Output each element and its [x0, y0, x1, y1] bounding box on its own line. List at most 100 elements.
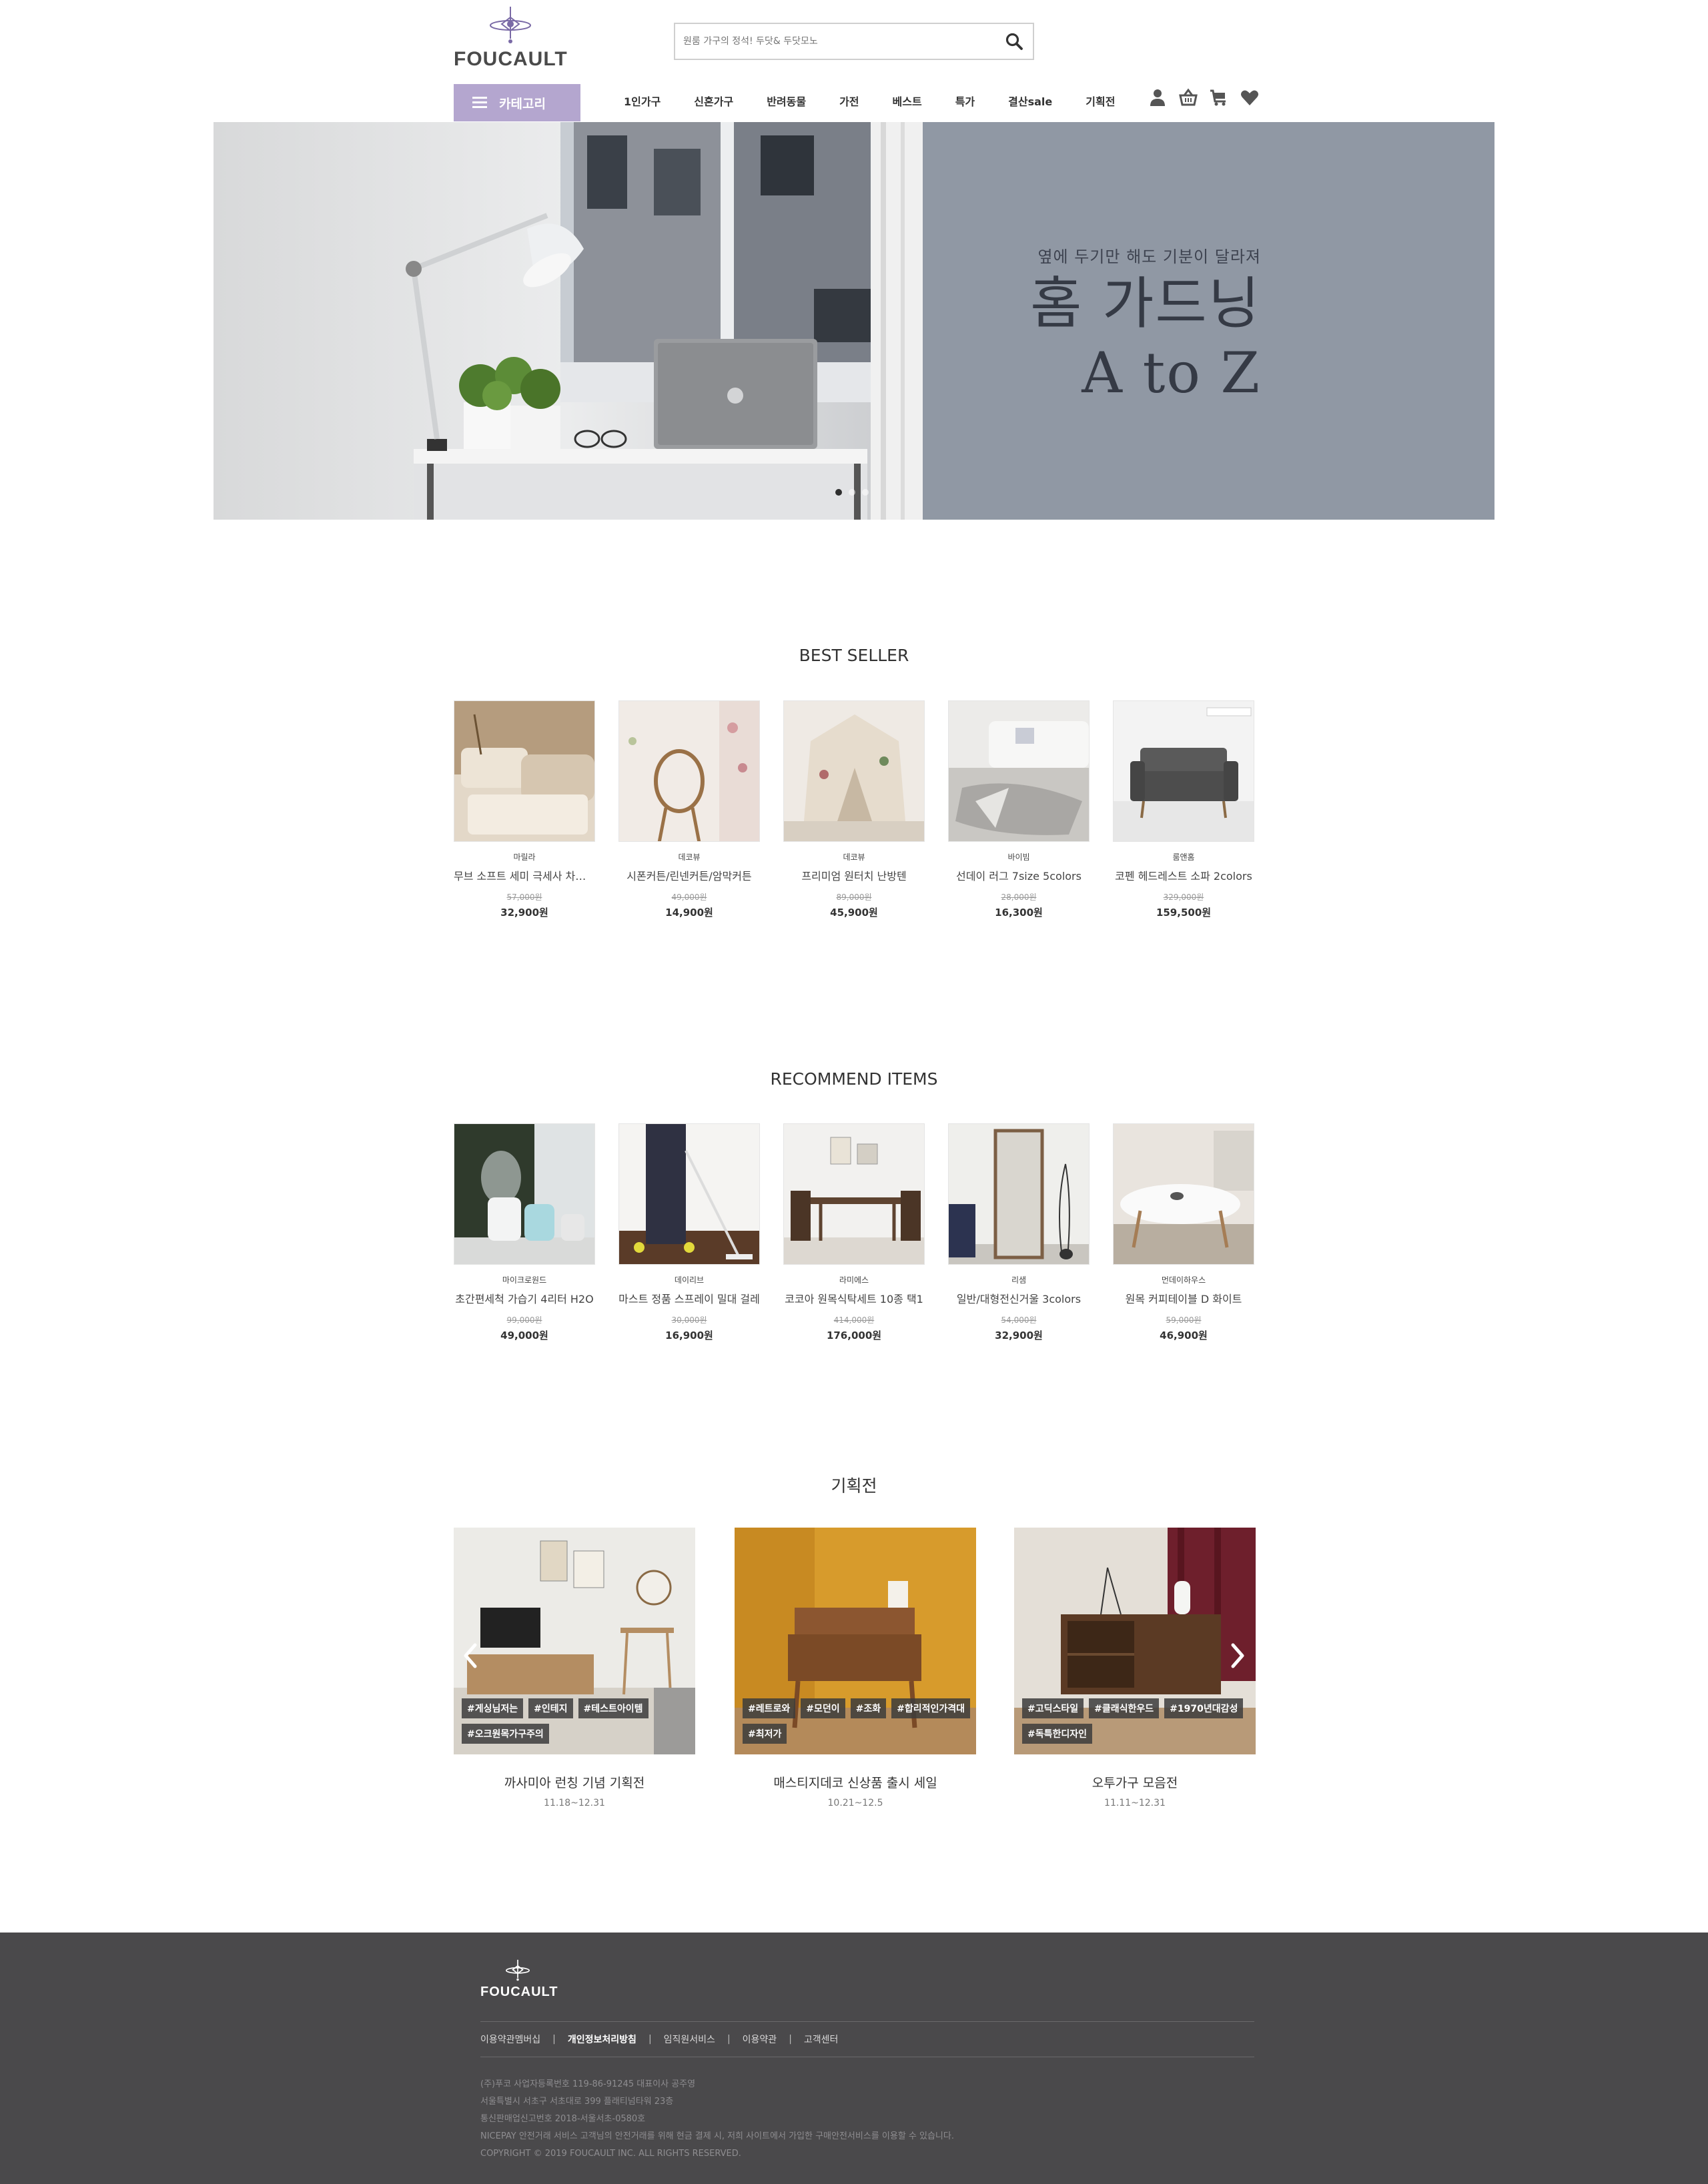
product-name[interactable]: 선데이 러그 7size 5colors	[948, 867, 1090, 883]
planned-card-title[interactable]: 매스티지데코 신상품 출시 세일	[735, 1773, 976, 1791]
planned-image[interactable]: #고딕스타일 #클래식한우드 #1970년대감성 #독특한디자인	[1014, 1528, 1256, 1754]
product-brand: 마이크로원드	[502, 1275, 547, 1285]
planned-card-title[interactable]: 오투가구 모음전	[1014, 1773, 1256, 1791]
footer-links: 이용약관멤버십 | 개인정보처리방침 | 임직원서비스 | 이용약관 | 고객센…	[480, 2033, 839, 2046]
product-original-price: 30,000원	[671, 1315, 707, 1325]
product-card[interactable]: 마이크로원드 초간편세척 가습기 4리터 H2O 99,000원 49,000원	[454, 1123, 595, 1342]
chevron-right-icon[interactable]	[1228, 1642, 1248, 1669]
hashtag[interactable]: #클래식한우드	[1089, 1698, 1160, 1718]
product-brand: 리샘	[1011, 1275, 1027, 1285]
hero-dot-3[interactable]	[862, 489, 869, 496]
hashtag[interactable]: #게싱님저는	[462, 1698, 524, 1718]
planned-tags: #레트로와 #모던이 #조화 #합리적인가격대 #최저가	[743, 1698, 971, 1744]
footer-divider	[480, 2021, 1254, 2022]
product-image[interactable]	[618, 1123, 760, 1265]
planned-card-date: 10.21~12.5	[827, 1798, 883, 1808]
nav-item-single[interactable]: 1인가구	[624, 93, 661, 109]
product-card[interactable]: 데코뷰 시폰커튼/린넨커튼/암막커튼 49,000원 14,900원	[618, 700, 760, 919]
product-image[interactable]	[1113, 700, 1254, 842]
hashtag[interactable]: #오크원목가구주의	[462, 1724, 549, 1744]
cart-icon[interactable]	[1209, 87, 1229, 107]
hero-banner[interactable]: 옆에 두기만 해도 기분이 달라져 홈 가드닝 A to Z	[214, 122, 1494, 520]
planned-image[interactable]: #레트로와 #모던이 #조화 #합리적인가격대 #최저가	[735, 1528, 976, 1754]
product-name[interactable]: 코펜 헤드레스트 소파 2colors	[1113, 867, 1254, 883]
product-name[interactable]: 프리미엄 원터치 난방텐	[783, 867, 925, 883]
product-name[interactable]: 시폰커튼/린넨커튼/암막커튼	[618, 867, 760, 883]
product-name[interactable]: 원목 커피테이블 D 화이트	[1113, 1290, 1254, 1306]
nav-item-newlywed[interactable]: 신혼가구	[694, 93, 733, 109]
category-menu-button[interactable]: 카테고리	[454, 84, 580, 121]
hashtag[interactable]: #테스트아이템	[578, 1698, 649, 1718]
hero-pagination	[835, 489, 869, 496]
hashtag[interactable]: #인테지	[528, 1698, 573, 1718]
hashtag[interactable]: #독특한디자인	[1022, 1724, 1093, 1744]
nav-item-best[interactable]: 베스트	[893, 93, 922, 109]
hashtag[interactable]: #최저가	[743, 1724, 787, 1744]
product-image[interactable]	[948, 700, 1090, 842]
product-image[interactable]	[618, 700, 760, 842]
product-card[interactable]: 데코뷰 프리미엄 원터치 난방텐 89,000원 45,900원	[783, 700, 925, 919]
product-image[interactable]	[454, 700, 595, 842]
product-card[interactable]: 리샘 일반/대형전신거울 3colors 54,000원 32,900원	[948, 1123, 1090, 1342]
category-label: 카테고리	[499, 96, 546, 111]
nav-item-special[interactable]: 특가	[955, 93, 975, 109]
product-card[interactable]: 라미에스 코코아 원목식탁세트 10종 택1 414,000원 176,000원	[783, 1123, 925, 1342]
company-info-line: 통신판매업신고번호 2018-서울서초-0580호	[480, 2114, 646, 2124]
hashtag[interactable]: #조화	[850, 1698, 887, 1718]
user-icon[interactable]	[1148, 87, 1168, 107]
site-logo[interactable]: FOUCAULT	[454, 7, 567, 70]
footer-link-privacy[interactable]: 개인정보처리방침	[568, 2033, 636, 2046]
product-image[interactable]	[783, 700, 925, 842]
product-card[interactable]: 바이빔 선데이 러그 7size 5colors 28,000원 16,300원	[948, 700, 1090, 919]
heart-icon[interactable]	[1240, 87, 1260, 107]
footer-logo[interactable]: FOUCAULT	[480, 1959, 558, 2002]
utility-icons	[1148, 85, 1260, 109]
product-name[interactable]: 일반/대형전신거울 3colors	[948, 1290, 1090, 1306]
company-info: (주)푸코 사업자등록번호 119-86-91245 대표이사 공주영 서울특별…	[480, 2076, 954, 2163]
chevron-left-icon[interactable]	[460, 1642, 480, 1669]
planned-title: 기획전	[831, 1476, 877, 1496]
hashtag[interactable]: #합리적인가격대	[891, 1698, 971, 1718]
planned-card-title[interactable]: 까사미아 런칭 기념 기획전	[454, 1773, 695, 1791]
product-image[interactable]	[454, 1123, 595, 1265]
product-card[interactable]: 룸앤홈 코펜 헤드레스트 소파 2colors 329,000원 159,500…	[1113, 700, 1254, 919]
product-name[interactable]: 무브 소프트 세미 극세사 차렵이불	[454, 867, 595, 883]
footer-link-support[interactable]: 고객센터	[804, 2033, 839, 2046]
search-input[interactable]	[683, 29, 990, 53]
product-card[interactable]: 먼데이하우스 원목 커피테이블 D 화이트 59,000원 46,900원	[1113, 1123, 1254, 1342]
hero-subtitle: 옆에 두기만 해도 기분이 달라져	[1037, 247, 1261, 266]
footer-link-terms[interactable]: 이용약관	[743, 2033, 777, 2046]
hero-dot-2[interactable]	[849, 489, 855, 496]
nav-item-appliances[interactable]: 가전	[839, 93, 859, 109]
product-name[interactable]: 마스트 정품 스프레이 밀대 걸레	[618, 1290, 760, 1306]
product-brand: 먼데이하우스	[1161, 1275, 1206, 1285]
product-image[interactable]	[1113, 1123, 1254, 1265]
hashtag[interactable]: #레트로와	[743, 1698, 796, 1718]
search-icon[interactable]	[1005, 32, 1023, 51]
product-name[interactable]: 초간편세척 가습기 4리터 H2O	[454, 1290, 595, 1306]
product-name[interactable]: 코코아 원목식탁세트 10종 택1	[783, 1290, 925, 1306]
product-image[interactable]	[948, 1123, 1090, 1265]
hashtag[interactable]: #고딕스타일	[1022, 1698, 1084, 1718]
planned-card[interactable]: #레트로와 #모던이 #조화 #합리적인가격대 #최저가 매스티지데코 신상품 …	[735, 1528, 976, 1808]
planned-tags: #게싱님저는 #인테지 #테스트아이템 #오크원목가구주의	[462, 1698, 690, 1744]
product-brand: 마릴라	[513, 853, 536, 862]
planned-card[interactable]: #게싱님저는 #인테지 #테스트아이템 #오크원목가구주의 까사미아 런칭 기념…	[454, 1528, 695, 1808]
nav-item-pets[interactable]: 반려동물	[767, 93, 806, 109]
hero-dot-1[interactable]	[835, 489, 842, 496]
planned-card[interactable]: #고딕스타일 #클래식한우드 #1970년대감성 #독특한디자인 오투가구 모음…	[1014, 1528, 1256, 1808]
product-card[interactable]: 마릴라 무브 소프트 세미 극세사 차렵이불 57,000원 32,900원	[454, 700, 595, 919]
basket-icon[interactable]	[1178, 87, 1198, 107]
planned-image[interactable]: #게싱님저는 #인테지 #테스트아이템 #오크원목가구주의	[454, 1528, 695, 1754]
nav-item-planned[interactable]: 기획전	[1086, 93, 1115, 109]
product-price: 32,900원	[995, 1329, 1043, 1341]
footer-link-employee[interactable]: 임직원서비스	[664, 2033, 715, 2046]
hero-desk-photo	[214, 122, 923, 520]
product-price: 16,300원	[995, 907, 1043, 919]
product-image[interactable]	[783, 1123, 925, 1265]
hashtag[interactable]: #1970년대감성	[1164, 1698, 1244, 1718]
footer-link-membership[interactable]: 이용약관멤버십	[480, 2033, 540, 2046]
product-card[interactable]: 데이리브 마스트 정품 스프레이 밀대 걸레 30,000원 16,900원	[618, 1123, 760, 1342]
nav-item-sale[interactable]: 결산sale	[1008, 93, 1052, 109]
hashtag[interactable]: #모던이	[801, 1698, 845, 1718]
